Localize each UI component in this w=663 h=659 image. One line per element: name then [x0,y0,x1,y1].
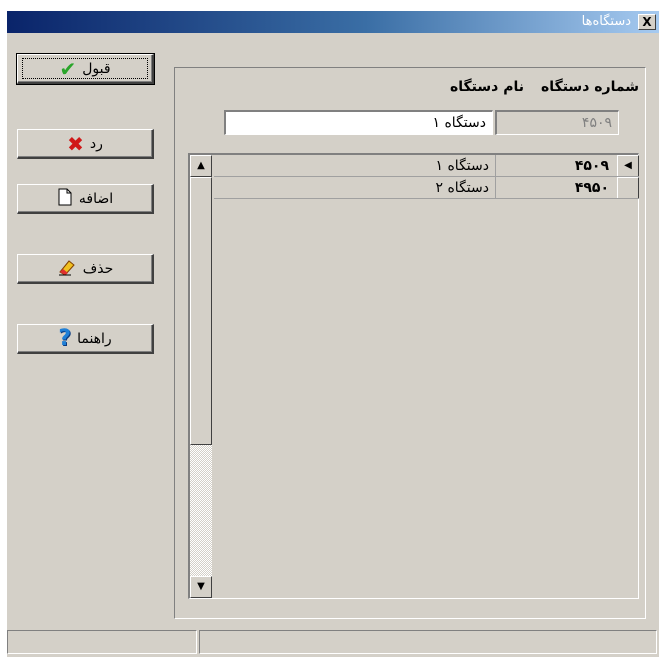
reject-button[interactable]: رد ✖ [17,129,154,159]
name-header: نام دستگاه [450,79,524,95]
scroll-thumb[interactable] [190,177,212,445]
device-name-field[interactable]: دستگاه ۱ [224,110,493,135]
devices-grid: ▲ ▼ دستگاه ۱ ۴۵۰۹ ◀ دستگاه ۲ ۴۹۵۰ [188,153,639,599]
scroll-down-icon[interactable]: ▼ [190,576,212,598]
reject-label: رد [89,135,103,152]
question-icon: ? [58,325,72,351]
help-label: راهنما [77,330,112,347]
delete-button[interactable]: حذف [17,254,154,284]
window-title: دستگاه‌ها [581,14,631,29]
accept-button[interactable]: قبول ✔ [16,53,155,85]
help-button[interactable]: راهنما ? [17,324,154,354]
current-row-icon[interactable]: ◀ [617,155,639,177]
close-button[interactable]: X [638,14,656,30]
row-divider [214,198,639,199]
eraser-icon [57,258,77,280]
status-pane-left [7,630,197,654]
table-row[interactable]: دستگاه ۲ ۴۹۵۰ [214,177,639,199]
device-number-field[interactable]: ۴۵۰۹ [495,110,619,135]
status-pane-right [199,630,657,654]
row-name: دستگاه ۲ [435,180,489,196]
row-number: ۴۵۰۹ [574,158,609,174]
scroll-up-icon[interactable]: ▲ [190,155,212,177]
add-label: اضافه [78,190,114,207]
x-icon: ✖ [67,131,84,156]
title-bar[interactable]: دستگاه‌ها X [7,11,659,33]
vertical-scrollbar[interactable]: ▲ ▼ [190,155,212,598]
new-document-icon [57,188,73,210]
devices-window: دستگاه‌ها X قبول ✔ رد ✖ اضافه حذف [7,11,659,657]
row-name: دستگاه ۱ [435,158,489,174]
status-bar [7,628,659,656]
focus-rect [22,58,148,79]
row-selector[interactable] [617,177,639,199]
add-button[interactable]: اضافه [17,184,154,214]
delete-label: حذف [82,260,114,277]
number-header: شماره دستگاه [541,79,639,95]
table-row[interactable]: دستگاه ۱ ۴۵۰۹ ◀ [214,155,639,177]
row-number: ۴۹۵۰ [574,180,609,196]
